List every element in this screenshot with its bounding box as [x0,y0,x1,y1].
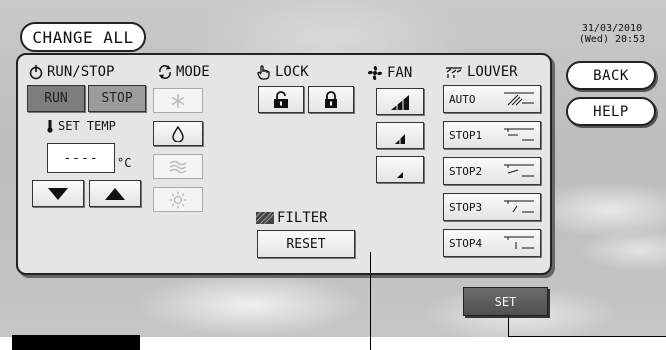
louver-position-2-icon [504,164,534,177]
fan-high-button[interactable] [376,88,424,115]
louver-auto-button[interactable]: AUTO [443,85,541,113]
louver-stop1-button[interactable]: STOP1 [443,121,541,149]
change-all-title: CHANGE ALL [20,22,146,52]
louver-stop3-button[interactable]: STOP3 [443,193,541,221]
mode-heat-button[interactable] [153,187,203,212]
louver-header: LOUVER [444,64,518,80]
callout-line-panel [370,252,371,350]
louver-stop2-label: STOP2 [449,164,483,178]
louver-position-3-icon [504,200,534,213]
fan-header: FAN [366,64,412,82]
louver-stop4-button[interactable]: STOP4 [443,229,541,257]
temp-down-button[interactable] [32,180,84,207]
louver-position-4-icon [504,236,534,249]
filter-header: FILTER [256,210,328,226]
mode-dry-button[interactable] [153,121,203,146]
unlock-icon [274,90,288,108]
louver-stop3-label: STOP3 [449,200,483,214]
louver-position-1-icon [504,128,534,141]
clock: 31/03/2010 (Wed) 20:53 [560,23,664,45]
signal-medium-icon [395,133,405,144]
filter-title: FILTER [277,210,328,226]
snowflake-icon [171,93,185,108]
filter-reset-button[interactable]: RESET [257,230,355,258]
fan-medium-button[interactable] [376,122,424,149]
fan-low-button[interactable] [376,156,424,183]
refresh-icon [159,65,171,79]
thermometer-icon [47,120,53,133]
set-temp-header: SET TEMP [45,119,116,133]
back-button[interactable]: BACK [566,61,656,90]
swing-all-icon [504,92,534,106]
triangle-down-icon [48,187,68,200]
callout-line-set-vertical [508,316,509,337]
water-drop-icon [172,125,184,142]
help-button[interactable]: HELP [566,97,656,126]
fan-title: FAN [387,65,413,81]
callout-line-set-horizontal [508,336,666,337]
caption-bar [12,335,140,350]
stop-button[interactable]: STOP [88,85,146,112]
temperature-display: ---- [47,143,115,173]
power-icon [29,65,43,80]
lock-header: LOCK [256,64,309,80]
mode-cool-button[interactable] [153,88,203,113]
signal-low-icon [397,171,403,178]
run-stop-header: RUN/STOP [28,64,114,80]
triangle-up-icon [105,187,125,200]
louver-stop2-button[interactable]: STOP2 [443,157,541,185]
set-temp-title: SET TEMP [58,119,116,133]
louver-stop1-label: STOP1 [449,128,483,142]
day-time-text: (Wed) 20:53 [578,34,646,45]
signal-high-icon [391,94,409,110]
run-stop-title: RUN/STOP [47,64,115,80]
run-button[interactable]: RUN [27,85,85,112]
louver-title: LOUVER [467,64,518,80]
louver-icon [446,67,462,78]
lock-title: LOCK [275,64,309,80]
mode-fan-button[interactable] [153,154,203,179]
temp-up-button[interactable] [89,180,141,207]
hand-pointer-icon [257,65,270,80]
date-text: 31/03/2010 [581,23,643,34]
lock-button[interactable] [308,86,354,113]
louver-stop4-label: STOP4 [449,236,483,250]
fan-icon [367,65,383,81]
screen: CHANGE ALL 31/03/2010 (Wed) 20:53 BACK H… [0,0,666,337]
temperature-unit: °C [117,156,132,170]
mode-header: MODE [157,64,210,80]
set-button[interactable]: SET [463,287,548,316]
mode-title: MODE [176,64,210,80]
wind-icon [169,160,187,173]
sun-icon [169,191,187,208]
louver-auto-label: AUTO [449,92,476,106]
lock-icon [325,90,337,108]
filter-icon [256,212,274,224]
unlock-button[interactable] [258,86,304,113]
